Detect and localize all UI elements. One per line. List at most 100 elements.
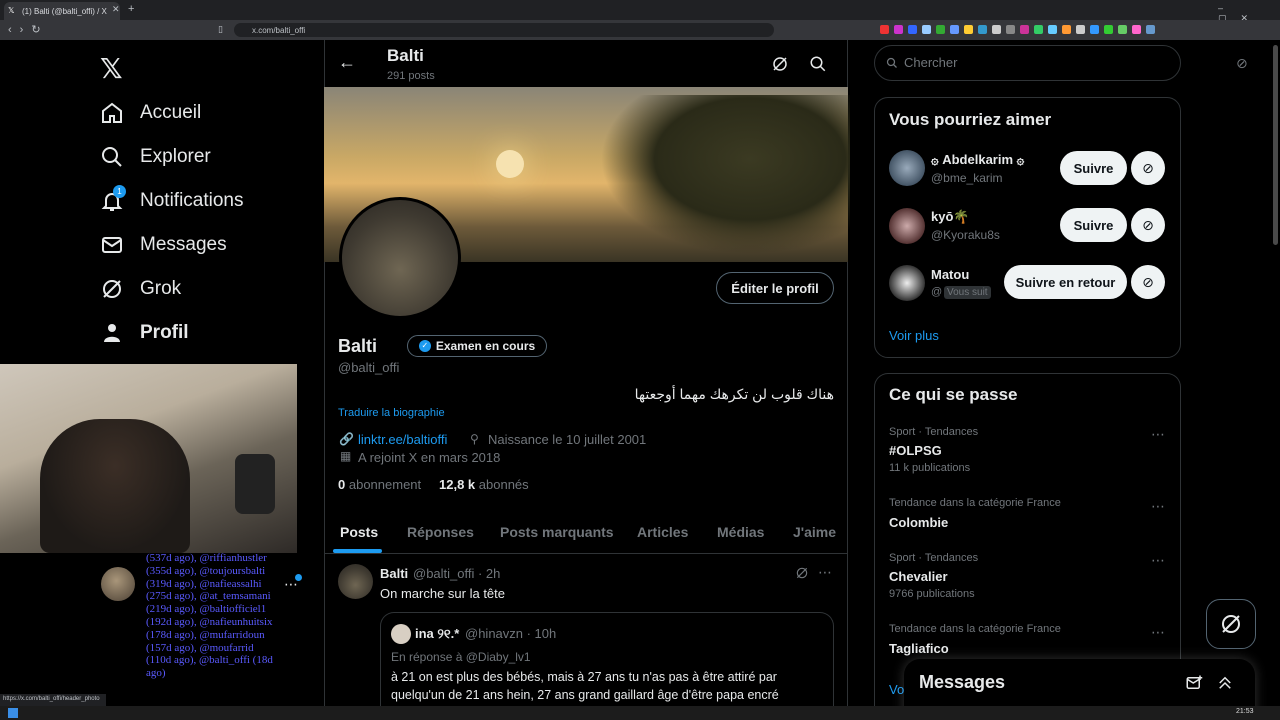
trend-meta: Tendance dans la catégorie France — [889, 623, 1061, 635]
trend-title[interactable]: #OLPSG — [889, 443, 942, 458]
edit-profile-button[interactable]: Éditer le profil — [716, 272, 834, 304]
tab-posts-marquants[interactable]: Posts marquants — [500, 514, 614, 548]
address-bar[interactable]: x.com/balti_offi — [234, 23, 774, 37]
suggestion-name[interactable]: kyō🌴 — [931, 209, 970, 225]
x-logo-icon[interactable]: 𝕏 — [100, 52, 123, 85]
trend-more-icon[interactable]: ⋯ — [1151, 426, 1166, 443]
sidebar-item-label: Notifications — [140, 190, 244, 211]
browser-tab[interactable]: (1) Balti (@balti_offi) / X — [4, 2, 120, 20]
quote-reply-to: En réponse à @Diaby_lv1 — [391, 650, 531, 664]
page-scrollbar[interactable] — [1273, 45, 1278, 245]
extension-icon[interactable] — [964, 25, 973, 34]
dismiss-suggestion-button[interactable]: ⊘ — [1131, 151, 1165, 185]
tab-posts[interactable]: Posts — [340, 514, 378, 548]
post-avatar[interactable] — [338, 564, 373, 599]
suggestion-avatar[interactable] — [889, 150, 925, 186]
extension-icon[interactable] — [1076, 25, 1085, 34]
trends-show-more-link[interactable]: Vo — [889, 682, 904, 697]
url-text: x.com/balti_offi — [252, 26, 306, 35]
sidebar-item-messages[interactable]: Messages — [100, 230, 227, 260]
extension-icon[interactable] — [1104, 25, 1113, 34]
extension-icon[interactable] — [1090, 25, 1099, 34]
tab-medias[interactable]: Médias — [717, 514, 764, 548]
grok-icon[interactable] — [795, 566, 809, 580]
extension-icon[interactable] — [978, 25, 987, 34]
tab-articles[interactable]: Articles — [637, 514, 688, 548]
extension-icon[interactable] — [1006, 25, 1015, 34]
trend-meta: Sport · Tendances — [889, 426, 979, 438]
block-icon[interactable]: ⊘ — [1236, 55, 1248, 72]
follow-button[interactable]: Suivre — [1060, 151, 1127, 185]
dismiss-suggestion-button[interactable]: ⊘ — [1131, 208, 1165, 242]
extension-icon[interactable] — [922, 25, 931, 34]
profile-link[interactable]: linktr.ee/baltioffi — [358, 432, 447, 447]
tab-reponses[interactable]: Réponses — [407, 514, 474, 548]
header-post-count: 291 posts — [387, 70, 435, 82]
followers-stat[interactable]: 12,8 k abonnés — [439, 477, 529, 492]
expand-icon[interactable] — [1216, 674, 1234, 692]
mail-icon — [102, 237, 122, 253]
extension-icon[interactable] — [1048, 25, 1057, 34]
extension-icon[interactable] — [1062, 25, 1071, 34]
suggestion-avatar[interactable] — [889, 265, 925, 301]
block-icon: ⊘ — [1142, 216, 1154, 233]
banner-sun — [496, 150, 524, 178]
trend-more-icon[interactable]: ⋯ — [1151, 498, 1166, 515]
extension-icon[interactable] — [1132, 25, 1141, 34]
extension-icon[interactable] — [950, 25, 959, 34]
tab-jaime[interactable]: J'aime — [793, 514, 836, 548]
new-message-icon[interactable] — [1185, 674, 1203, 692]
status-url: https://x.com/balti_offi/header_photo — [0, 694, 106, 706]
extension-icon[interactable] — [1118, 25, 1127, 34]
following-stat[interactable]: 0 abonnement — [338, 477, 421, 492]
profile-joined: A rejoint X en mars 2018 — [358, 450, 501, 465]
post-more-icon[interactable]: ⋯ — [818, 564, 832, 581]
sidebar-item-accueil[interactable]: Accueil — [100, 98, 201, 128]
post-author[interactable]: Balti — [380, 566, 408, 581]
back-arrow-icon[interactable]: ← — [338, 52, 356, 73]
suggestion-handle: @Kyoraku8s — [931, 228, 1000, 242]
extension-icon[interactable] — [1146, 25, 1155, 34]
search-icon[interactable] — [809, 55, 827, 73]
extension-icon[interactable] — [880, 25, 889, 34]
bookmark-icon[interactable]: ▯ — [218, 24, 223, 35]
profile-avatar[interactable] — [339, 197, 461, 319]
location-pin-icon: ⚲ — [470, 432, 479, 446]
home-icon — [102, 102, 122, 123]
follow-button[interactable]: Suivre — [1060, 208, 1127, 242]
suggestion-avatar[interactable] — [889, 208, 925, 244]
trend-more-icon[interactable]: ⋯ — [1151, 624, 1166, 641]
grok-floating-button[interactable] — [1206, 599, 1256, 649]
taskbar-clock: 21:53 — [1236, 708, 1254, 715]
extension-icon[interactable] — [936, 25, 945, 34]
extension-icon[interactable] — [1034, 25, 1043, 34]
follows-you-badge: Vous suit — [944, 286, 991, 299]
tab-close-icon[interactable]: ✕ — [112, 4, 120, 15]
extension-icon[interactable] — [894, 25, 903, 34]
extension-icon[interactable] — [908, 25, 917, 34]
trend-more-icon[interactable]: ⋯ — [1151, 552, 1166, 569]
trend-title[interactable]: Tagliafico — [889, 641, 949, 656]
trend-title[interactable]: Chevalier — [889, 569, 948, 584]
sidebar-item-explorer[interactable]: Explorer — [100, 142, 211, 172]
show-more-link[interactable]: Voir plus — [889, 328, 939, 343]
translate-bio-link[interactable]: Traduire la biographie — [338, 407, 445, 419]
start-icon[interactable] — [8, 708, 18, 718]
sidebar-item-grok[interactable]: Grok — [100, 274, 181, 304]
follow-back-button[interactable]: Suivre en retour — [1004, 265, 1127, 299]
sidebar-item-profil[interactable]: Profil — [100, 318, 189, 348]
dismiss-suggestion-button[interactable]: ⊘ — [1131, 265, 1165, 299]
search-icon — [102, 147, 122, 167]
verification-pill[interactable]: ✓ Examen en cours — [407, 335, 547, 357]
grok-icon[interactable] — [771, 55, 789, 73]
suggestion-name[interactable]: ۞ Abdelkarim ۞ — [931, 152, 1024, 168]
account-avatar[interactable] — [101, 567, 135, 601]
verified-badge-icon: ✓ — [418, 340, 431, 352]
sidebar-item-label: Grok — [140, 278, 182, 299]
suggestion-name[interactable]: Matou — [931, 267, 969, 282]
new-tab-icon[interactable]: + — [128, 3, 134, 15]
extension-icon[interactable] — [1020, 25, 1029, 34]
nav-arrows-icon[interactable]: ‹›↻ — [8, 23, 49, 36]
trend-title[interactable]: Colombie — [889, 515, 948, 530]
extension-icon[interactable] — [992, 25, 1001, 34]
